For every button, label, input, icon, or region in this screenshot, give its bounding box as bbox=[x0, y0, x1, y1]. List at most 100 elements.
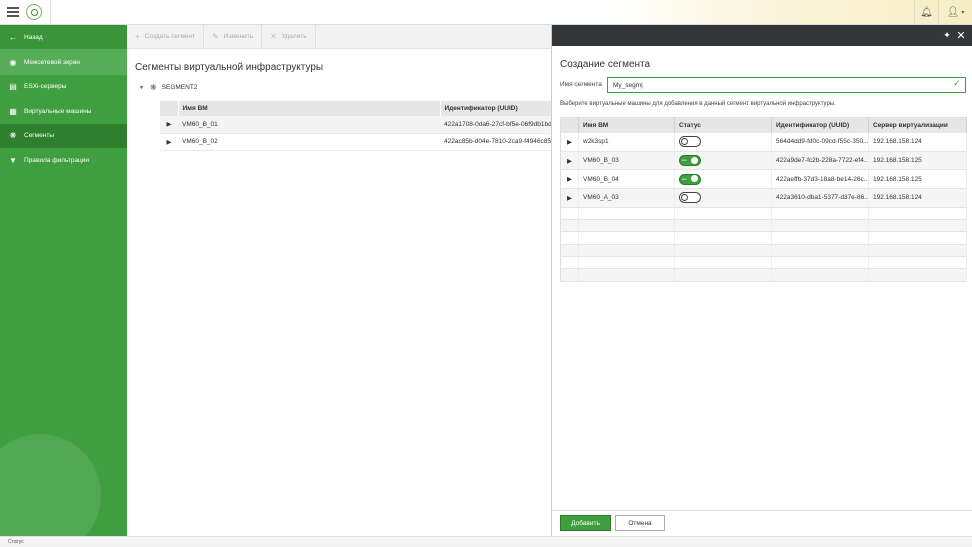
panel-footer: Добавить Отмена bbox=[552, 510, 972, 536]
panel-title: Создание сегмента bbox=[560, 59, 651, 70]
column-header[interactable]: Статус bbox=[674, 117, 772, 133]
server-cell: 192.168.158.124 bbox=[868, 132, 967, 152]
expand-row-icon[interactable]: ▶ bbox=[160, 116, 178, 134]
firewall-icon: ◉ bbox=[9, 58, 17, 68]
vm-name-cell: VM60_B_01 bbox=[178, 116, 440, 134]
edit-button[interactable]: ✎ Изменить bbox=[204, 25, 263, 48]
sidebar-item-label: Сегменты bbox=[24, 132, 55, 140]
expand-row-icon[interactable]: ▶ bbox=[160, 133, 178, 151]
segment-icon: ❋ bbox=[149, 83, 157, 92]
hamburger-menu-icon[interactable] bbox=[7, 7, 19, 17]
delete-label: Удалить bbox=[281, 33, 307, 40]
expand-row-icon[interactable]: ▶ bbox=[560, 188, 579, 208]
toggle-on-text: вкл bbox=[682, 158, 687, 163]
vm-selection-table: Имя ВМ Статус Идентификатор (UUID) Серве… bbox=[560, 117, 967, 282]
sidebar-item-vms[interactable]: ▦ Виртуальные машины bbox=[0, 99, 127, 123]
status-toggle[interactable]: вкл bbox=[679, 173, 701, 185]
cancel-button[interactable]: Отмена bbox=[615, 515, 665, 531]
empty-row bbox=[560, 244, 967, 257]
uuid-cell: 422a9de7-fc2b-228a-7722-ef4... bbox=[771, 151, 869, 171]
tree-node-label: SEGMENT2 bbox=[161, 84, 198, 91]
filter-icon: ▼ bbox=[9, 155, 17, 165]
top-bar: 🔔︎ 👤︎ ▾ bbox=[0, 0, 972, 25]
checkmark-icon: ✓ bbox=[953, 78, 961, 88]
panel-header: ✦ ✕ bbox=[552, 25, 972, 46]
vm-icon: ▦ bbox=[9, 106, 17, 116]
table-row[interactable]: ▶ VM60_B_02 422ac85b-d04e-7810-2ca9-f494… bbox=[160, 133, 551, 151]
uuid-cell: 422ac85b-d04e-7810-2ca9-f4946c85a1 bbox=[440, 133, 551, 151]
divider bbox=[50, 0, 51, 25]
sidebar-item-filter-rules[interactable]: ▼ Правила фильтрации bbox=[0, 148, 127, 172]
table-row[interactable]: ▶ VM60_B_03 вкл 422a9de7-fc2b-228a-7722-… bbox=[560, 151, 967, 171]
hint-text: Выберите виртуальные машины для добавлен… bbox=[560, 101, 836, 107]
column-header[interactable]: Идентификатор (UUID) bbox=[440, 101, 552, 116]
segment-name-label: Имя сегмента bbox=[560, 81, 602, 88]
status-cell bbox=[674, 188, 772, 208]
vm-name-cell: VM60_B_03 bbox=[578, 151, 675, 171]
close-icon: ✕ bbox=[270, 32, 277, 41]
status-cell bbox=[674, 132, 772, 152]
segment-name-input[interactable] bbox=[607, 77, 966, 93]
vm-name-cell: VM60_B_02 bbox=[178, 133, 440, 151]
sidebar-item-label: Правила фильтрации bbox=[24, 156, 90, 164]
toggle-on-text: вкл bbox=[682, 176, 687, 181]
column-header[interactable]: Сервер виртуализации bbox=[868, 117, 967, 133]
plus-icon: + bbox=[135, 32, 140, 41]
sidebar-item-label: Межсетевой экран bbox=[24, 59, 80, 67]
table-row[interactable]: ▶ w2k3sp1 564d4dd9-fd0c-09cd-f55c-350...… bbox=[560, 132, 967, 152]
column-header[interactable]: Идентификатор (UUID) bbox=[771, 117, 869, 133]
status-cell: вкл bbox=[674, 169, 772, 190]
server-icon: ▤ bbox=[9, 82, 17, 92]
sidebar-item-firewall[interactable]: ◉ Межсетевой экран bbox=[0, 50, 127, 75]
collapse-triangle-icon[interactable]: ▼ bbox=[139, 85, 144, 91]
segment-vm-table: Имя ВМ Идентификатор (UUID) ▶ VM60_B_01 … bbox=[160, 101, 552, 151]
sidebar-back-button[interactable]: ← Назад bbox=[0, 25, 127, 50]
column-header[interactable]: Имя ВМ bbox=[178, 101, 441, 116]
sidebar-item-esxi[interactable]: ▤ ESXi-серверы bbox=[0, 75, 127, 99]
pin-icon[interactable]: ✦ bbox=[940, 30, 954, 41]
empty-row bbox=[560, 256, 967, 270]
uuid-cell: 422a3610-dba1-5377-d37e-86... bbox=[771, 188, 869, 208]
status-toggle[interactable] bbox=[679, 192, 701, 204]
table-row[interactable]: ▶ VM60_B_04 вкл 422aeffb-37d3-18a8-be14-… bbox=[560, 169, 967, 190]
notifications-bell-icon[interactable]: 🔔︎ bbox=[914, 0, 938, 25]
segments-icon: ❋ bbox=[9, 131, 17, 141]
add-button[interactable]: Добавить bbox=[560, 515, 611, 531]
arrow-left-icon: ← bbox=[9, 32, 17, 42]
column-header[interactable]: Имя ВМ bbox=[578, 117, 675, 133]
sidebar-item-label: ESXi-серверы bbox=[24, 83, 67, 91]
delete-button[interactable]: ✕ Удалить bbox=[262, 25, 316, 48]
sidebar: ← Назад ◉ Межсетевой экран ▤ ESXi-сервер… bbox=[0, 25, 127, 536]
vm-name-cell: w2k3sp1 bbox=[578, 132, 675, 152]
empty-row bbox=[560, 268, 967, 282]
create-segment-panel: ✦ ✕ Создание сегмента Имя сегмента ✓ Выб… bbox=[551, 25, 972, 536]
status-toggle[interactable] bbox=[679, 136, 701, 148]
expand-row-icon[interactable]: ▶ bbox=[560, 169, 579, 190]
empty-row bbox=[560, 231, 967, 245]
app-logo bbox=[26, 4, 42, 20]
uuid-cell: 422a1708-0da6-27cf-bf5e-06f9db1bd2e bbox=[440, 116, 551, 134]
vm-name-cell: VM60_B_04 bbox=[578, 169, 675, 190]
close-icon[interactable]: ✕ bbox=[954, 29, 968, 42]
pencil-icon: ✎ bbox=[212, 32, 219, 41]
sidebar-back-label: Назад bbox=[24, 33, 43, 41]
toolbar: + Создать сегмент ✎ Изменить ✕ Удалить bbox=[127, 25, 551, 49]
tree-node-segment[interactable]: ▼ ❋ SEGMENT2 bbox=[139, 83, 197, 92]
empty-row bbox=[560, 219, 967, 233]
uuid-cell: 422aeffb-37d3-18a8-be14-26c... bbox=[771, 169, 869, 190]
create-segment-button[interactable]: + Создать сегмент bbox=[127, 25, 205, 48]
main-content: + Создать сегмент ✎ Изменить ✕ Удалить С… bbox=[127, 25, 552, 536]
table-row[interactable]: ▶ VM60_B_01 422a1708-0da6-27cf-bf5e-06f9… bbox=[160, 116, 551, 134]
expand-row-icon[interactable]: ▶ bbox=[560, 132, 579, 152]
status-bar: Статус bbox=[0, 536, 972, 547]
server-cell: 192.168.158.124 bbox=[868, 188, 967, 208]
status-toggle[interactable]: вкл bbox=[679, 155, 701, 167]
vm-name-cell: VM60_A_03 bbox=[578, 188, 675, 208]
table-row[interactable]: ▶ VM60_A_03 422a3610-dba1-5377-d37e-86..… bbox=[560, 188, 967, 208]
expand-row-icon[interactable]: ▶ bbox=[560, 151, 579, 171]
status-cell: вкл bbox=[674, 151, 772, 171]
sidebar-item-segments[interactable]: ❋ Сегменты bbox=[0, 123, 127, 148]
expand-column-header bbox=[160, 101, 179, 116]
user-menu-icon[interactable]: 👤︎ ▾ bbox=[938, 0, 972, 25]
sidebar-item-label: Виртуальные машины bbox=[24, 107, 92, 115]
